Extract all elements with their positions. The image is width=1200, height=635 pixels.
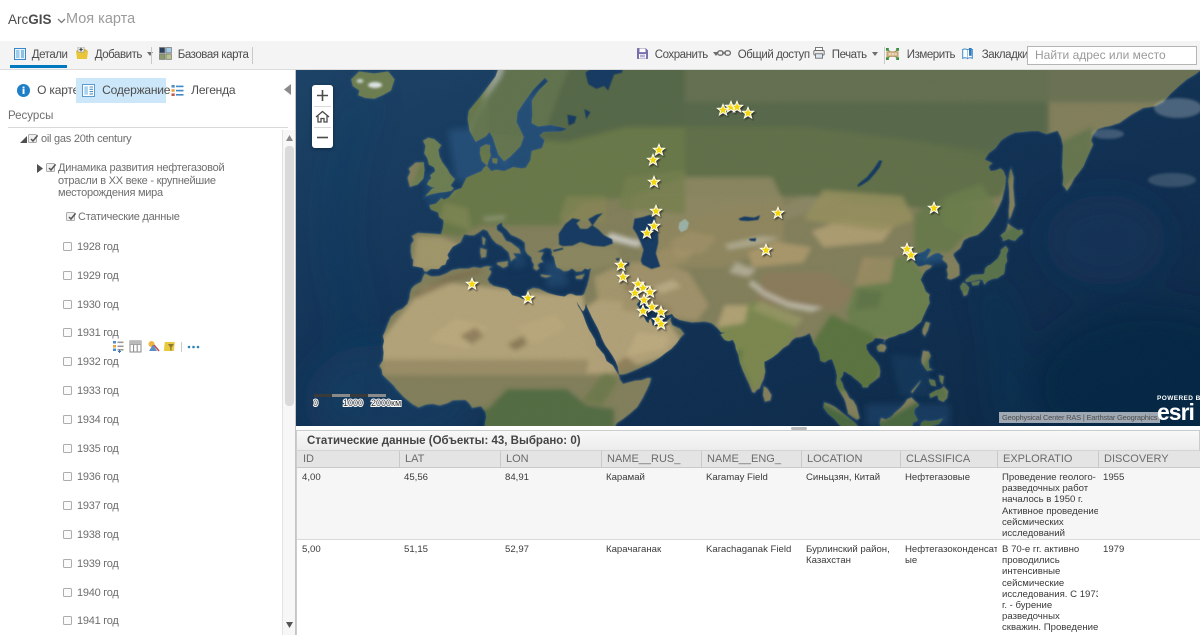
svg-text:0: 0 xyxy=(313,398,318,408)
svg-text:1000: 1000 xyxy=(343,398,363,408)
svg-text:2000км: 2000км xyxy=(371,398,401,408)
